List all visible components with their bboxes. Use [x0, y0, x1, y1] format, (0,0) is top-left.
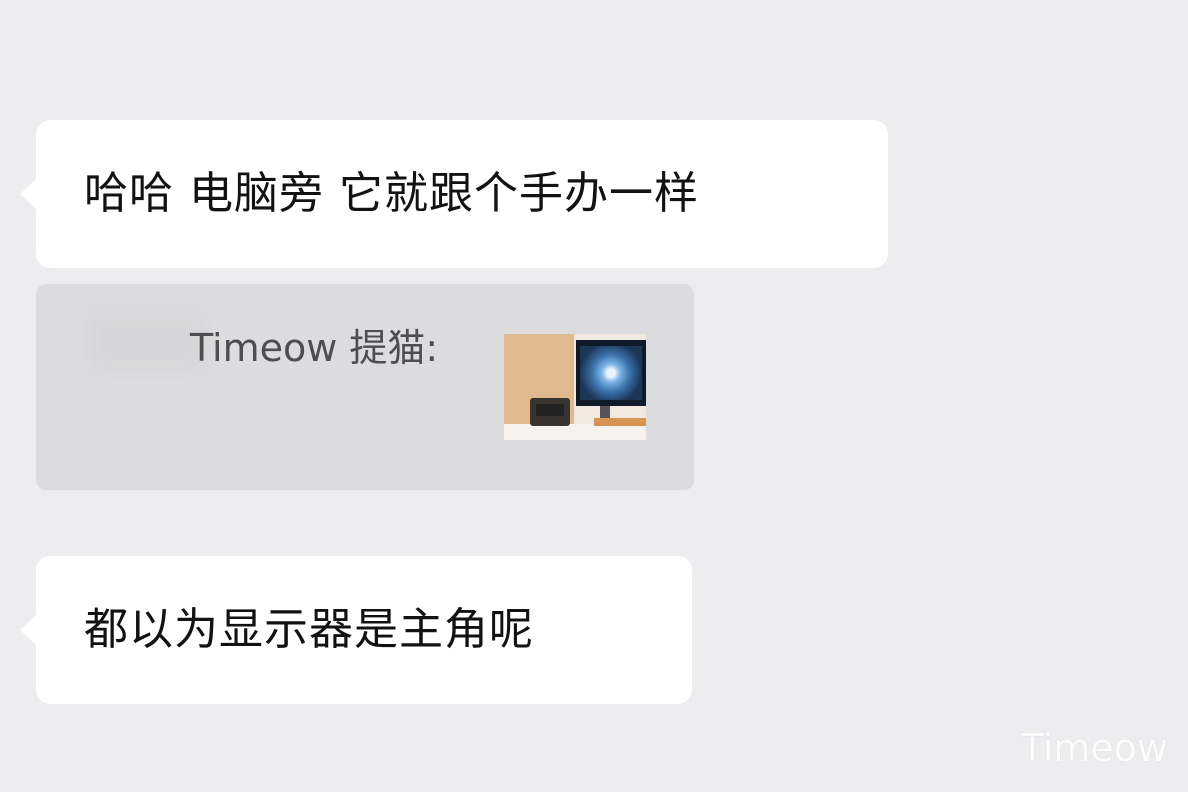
message-bubble-2[interactable]: 都以为显示器是主角呢 — [20, 556, 692, 704]
thumbnail-screen — [580, 346, 642, 400]
avatar — [92, 312, 202, 370]
quoted-image-thumbnail[interactable] — [504, 334, 646, 440]
quoted-message[interactable]: Timeow 提猫: — [36, 284, 694, 490]
message-text: 哈哈 电脑旁 它就跟个手办一样 — [84, 168, 699, 219]
quote-sender: Timeow 提猫: — [190, 326, 439, 370]
thumbnail-keyboard — [594, 418, 646, 426]
watermark: Timeow — [1020, 726, 1168, 770]
message-bubble-1[interactable]: 哈哈 电脑旁 它就跟个手办一样 — [20, 120, 888, 268]
thumbnail-desk — [504, 424, 646, 440]
thumbnail-monitor — [576, 340, 646, 406]
message-text: 都以为显示器是主角呢 — [84, 604, 534, 655]
thumbnail-speaker — [530, 398, 570, 426]
